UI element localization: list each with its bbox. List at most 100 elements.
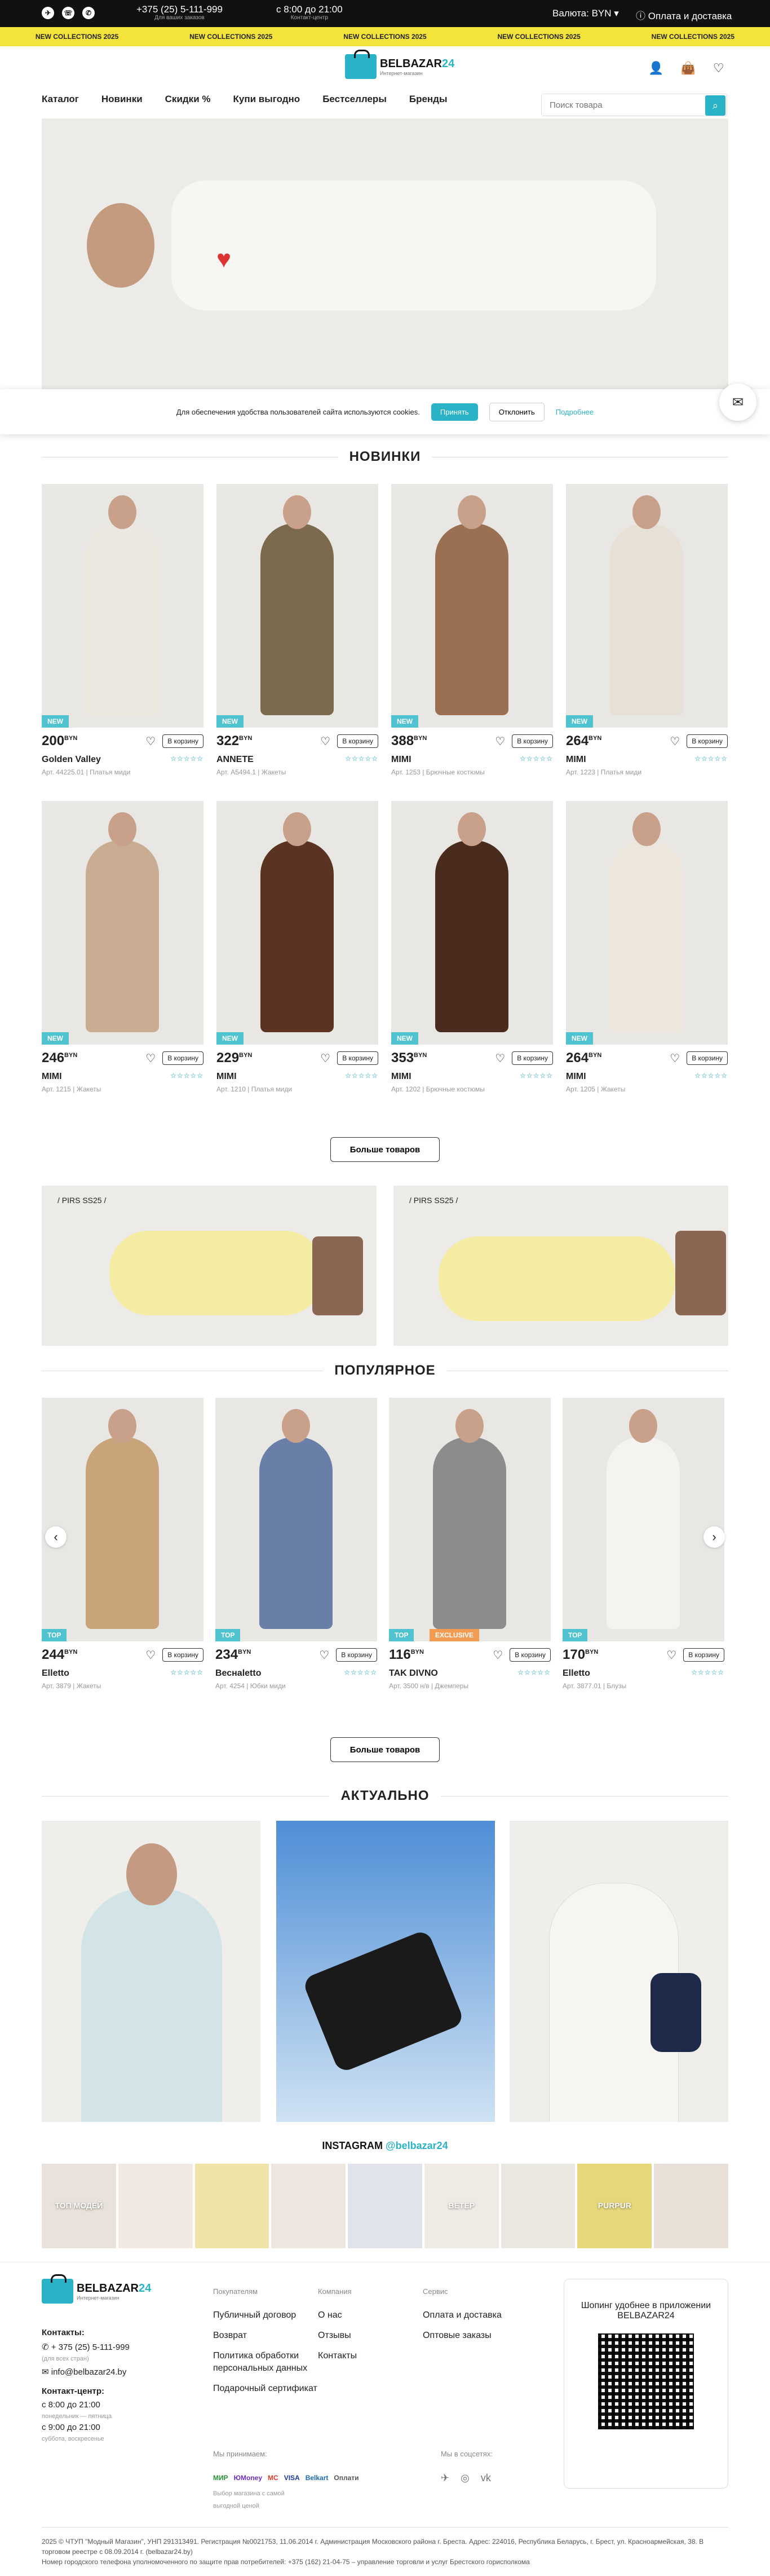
viber-icon[interactable]: ☏ <box>62 7 74 19</box>
footer-link[interactable]: Публичный договор <box>213 2309 326 2322</box>
carousel-prev-button[interactable]: ‹ <box>45 1526 67 1548</box>
instagram-post[interactable]: PURPUR <box>577 2164 652 2248</box>
footer-link[interactable]: Контакты <box>318 2350 357 2362</box>
footer-logo[interactable]: BELBAZAR24 Интернет-магазин <box>42 2274 151 2304</box>
product-brand[interactable]: Elletto <box>563 1668 590 1679</box>
product-card[interactable]: NEW 264BYN ♡ В корзину MIMI ☆☆☆☆☆ Арт. 1205 | … <box>566 801 728 1093</box>
instagram-post[interactable] <box>118 2164 193 2248</box>
instagram-post[interactable]: ВЕТЕР <box>424 2164 499 2248</box>
heart-icon[interactable]: ♡ <box>666 1648 676 1662</box>
footer-link[interactable]: О нас <box>318 2309 357 2322</box>
header-phone[interactable]: +375 (25) 5-111-999 Для ваших заказов <box>136 5 223 21</box>
nav-brands[interactable]: Бренды <box>409 94 448 105</box>
delivery-link[interactable]: ⓘ Оплата и доставка <box>636 8 732 22</box>
actual-tile[interactable] <box>510 1821 728 2122</box>
product-card[interactable]: NEW 388BYN ♡ В корзину MIMI ☆☆☆☆☆ Арт. 1253 | … <box>391 484 553 776</box>
add-to-cart-button[interactable]: В корзину <box>162 1051 203 1065</box>
instagram-post[interactable] <box>501 2164 576 2248</box>
heart-icon[interactable]: ♡ <box>145 1051 156 1065</box>
more-popular-button[interactable]: Больше товаров <box>330 1737 440 1762</box>
product-image[interactable]: TOP EXCLUSIVE <box>389 1398 551 1641</box>
more-products-button[interactable]: Больше товаров <box>330 1137 440 1162</box>
footer-link[interactable]: Возврат <box>213 2330 326 2342</box>
heart-icon[interactable]: ♡ <box>495 734 505 748</box>
phone-number[interactable]: +375 (25) 5-111-999 <box>136 4 223 15</box>
add-to-cart-button[interactable]: В корзину <box>336 1648 377 1662</box>
product-brand[interactable]: Веснаletto <box>215 1668 261 1679</box>
product-brand[interactable]: TAK DIVNO <box>389 1668 438 1679</box>
product-card[interactable]: TOP 170BYN ♡ В корзину Elletto ☆☆☆☆☆ Арт. 3877… <box>563 1398 724 1690</box>
product-brand[interactable]: MIMI <box>566 755 586 765</box>
footer-link[interactable]: Оптовые заказы <box>423 2330 502 2342</box>
product-image[interactable]: TOP <box>42 1398 203 1641</box>
nav-bargain[interactable]: Купи выгодно <box>233 94 300 105</box>
heart-icon[interactable]: ♡ <box>320 734 330 748</box>
search-icon[interactable]: ⌕ <box>705 95 725 116</box>
heart-icon[interactable]: ♡ <box>495 1051 505 1065</box>
promo-banner[interactable]: / PIRS SS25 / <box>42 1186 377 1346</box>
add-to-cart-button[interactable]: В корзину <box>510 1648 551 1662</box>
product-brand[interactable]: MIMI <box>566 1072 586 1082</box>
product-image[interactable]: TOP <box>563 1398 724 1641</box>
product-brand[interactable]: ANNETE <box>216 755 254 765</box>
footer-link[interactable]: Политика обработки персональных данных <box>213 2350 326 2375</box>
product-card[interactable]: NEW 246BYN ♡ В корзину MIMI ☆☆☆☆☆ Арт. 1215 | … <box>42 801 203 1093</box>
instagram-post[interactable] <box>654 2164 729 2248</box>
product-card[interactable]: TOP 234BYN ♡ В корзину Веснаletto ☆☆☆☆☆ Арт. 4… <box>215 1398 377 1690</box>
instagram-post[interactable] <box>271 2164 346 2248</box>
bag-icon[interactable]: 👜 <box>680 61 696 76</box>
add-to-cart-button[interactable]: В корзину <box>162 734 203 748</box>
nav-bestsellers[interactable]: Бестселлеры <box>322 94 387 105</box>
mail-icon[interactable]: ✉ <box>719 384 756 421</box>
add-to-cart-button[interactable]: В корзину <box>512 734 553 748</box>
product-brand[interactable]: Elletto <box>42 1668 69 1679</box>
footer-email[interactable]: ✉ info@belbazar24.by <box>42 2367 130 2378</box>
footer-link[interactable]: Отзывы <box>318 2330 357 2342</box>
product-card[interactable]: NEW 264BYN ♡ В корзину MIMI ☆☆☆☆☆ Арт. 1223 | … <box>566 484 728 776</box>
instagram-handle[interactable]: @belbazar24 <box>386 2140 448 2151</box>
product-card[interactable]: NEW 353BYN ♡ В корзину MIMI ☆☆☆☆☆ Арт. 1202 | … <box>391 801 553 1093</box>
product-image[interactable]: NEW <box>391 484 553 728</box>
nav-new[interactable]: Новинки <box>101 94 143 105</box>
telegram-icon[interactable]: ✈ <box>42 7 54 19</box>
cookie-more-link[interactable]: Подробнее <box>556 408 594 416</box>
add-to-cart-button[interactable]: В корзину <box>683 1648 724 1662</box>
product-card[interactable]: NEW 229BYN ♡ В корзину MIMI ☆☆☆☆☆ Арт. 1210 | … <box>216 801 378 1093</box>
instagram-post[interactable] <box>194 2164 269 2248</box>
actual-tile[interactable] <box>42 1821 260 2122</box>
promo-banner[interactable]: / PIRS SS25 / <box>393 1186 728 1346</box>
instagram-post[interactable] <box>348 2164 422 2248</box>
heart-icon[interactable]: ♡ <box>493 1648 503 1662</box>
footer-link[interactable]: Подарочный сертификат <box>213 2383 326 2395</box>
product-brand[interactable]: MIMI <box>391 1072 411 1082</box>
instagram-post[interactable]: ТОП МОДЕЙ <box>42 2164 116 2248</box>
add-to-cart-button[interactable]: В корзину <box>512 1051 553 1065</box>
product-image[interactable]: NEW <box>566 484 728 728</box>
search-input[interactable] <box>542 94 704 116</box>
product-brand[interactable]: Golden Valley <box>42 755 101 765</box>
heart-icon[interactable]: ♡ <box>145 1648 156 1662</box>
add-to-cart-button[interactable]: В корзину <box>337 734 378 748</box>
telegram-icon[interactable]: ✈ <box>441 2472 449 2484</box>
actual-tile[interactable] <box>276 1821 495 2122</box>
add-to-cart-button[interactable]: В корзину <box>687 734 728 748</box>
qr-code-icon[interactable] <box>598 2333 694 2429</box>
site-logo[interactable]: BELBAZAR24 Интернет-магазин <box>345 50 454 79</box>
nav-sale[interactable]: Скидки % <box>165 94 211 105</box>
currency-select[interactable]: Валюта: BYN ▾ <box>552 8 619 19</box>
product-image[interactable]: NEW <box>42 801 203 1045</box>
add-to-cart-button[interactable]: В корзину <box>337 1051 378 1065</box>
footer-link[interactable]: Оплата и доставка <box>423 2309 502 2322</box>
cookie-accept-button[interactable]: Принять <box>431 403 478 421</box>
product-card[interactable]: TOP EXCLUSIVE 116BYN ♡ В корзину TAK DIVNO ☆☆☆… <box>389 1398 551 1690</box>
user-icon[interactable]: 👤 <box>648 61 663 76</box>
product-card[interactable]: NEW 200BYN ♡ В корзину Golden Valley ☆☆☆☆☆ Арт… <box>42 484 203 776</box>
product-brand[interactable]: MIMI <box>216 1072 237 1082</box>
nav-catalog[interactable]: Каталог <box>42 94 79 105</box>
heart-icon[interactable]: ♡ <box>713 61 724 76</box>
whatsapp-icon[interactable]: ✆ <box>82 7 95 19</box>
footer-phone[interactable]: ✆ + 375 (25) 5-111-999 <box>42 2342 130 2353</box>
carousel-next-button[interactable]: › <box>703 1526 725 1548</box>
product-image[interactable]: NEW <box>566 801 728 1045</box>
heart-icon[interactable]: ♡ <box>670 1051 680 1065</box>
